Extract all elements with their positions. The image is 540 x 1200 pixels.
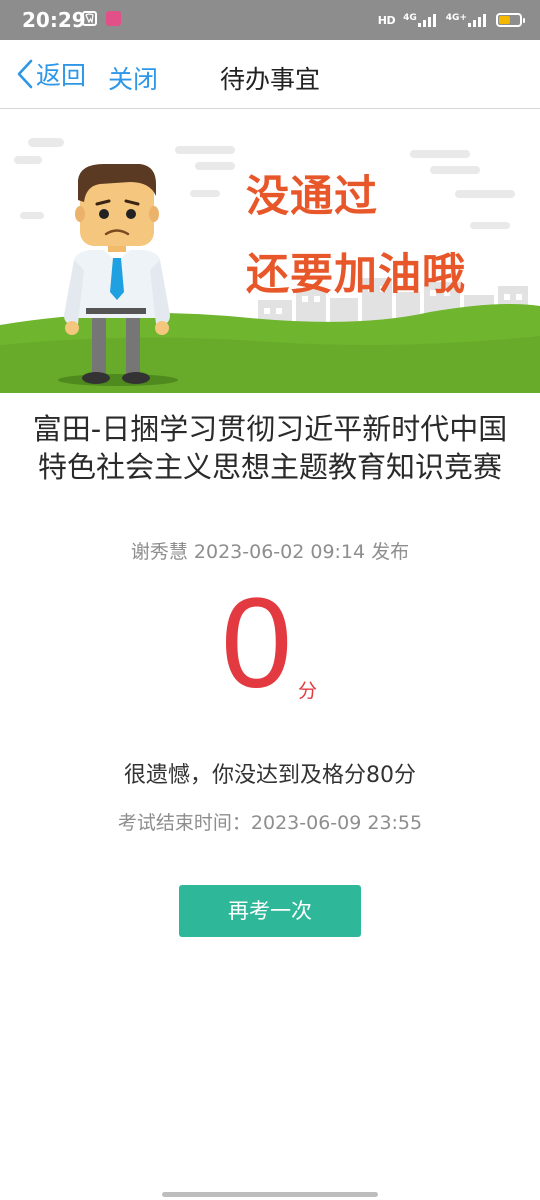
status-time: 20:29 — [22, 8, 86, 32]
publisher-name: 谢秀慧 — [130, 541, 188, 563]
banner-line-1: 没通过 — [246, 172, 378, 222]
status-bar: 20:29 HD 4G 4G+ — [0, 0, 540, 40]
pink-app-icon — [106, 11, 121, 26]
network-4g-plus-label: 4G+ — [445, 12, 467, 23]
hd-label: HD — [377, 13, 396, 27]
contest-title: 富田-日捆学习贯彻习近平新时代中国特色社会主义思想主题教育知识竞赛 — [32, 412, 508, 484]
nav-bar: 返回 关闭 待办事宜 — [0, 40, 540, 109]
signal-4g-icon: 4G — [403, 12, 438, 27]
page-title: 待办事宜 — [219, 65, 320, 94]
battery-level — [499, 16, 510, 24]
exam-end-time: 考试结束时间：2023-06-09 23:55 — [117, 812, 423, 834]
retry-exam-button[interactable]: 再考一次 — [179, 885, 361, 937]
banner-line-2: 还要加油哦 — [246, 250, 466, 300]
publish-suffix: 发布 — [371, 541, 410, 563]
back-button[interactable]: 返回 — [14, 54, 86, 94]
tooth-app-icon — [82, 11, 97, 26]
signal-4g-plus-icon: 4G+ — [445, 12, 488, 27]
home-indicator[interactable] — [162, 1192, 378, 1197]
close-button[interactable]: 关闭 — [108, 60, 158, 96]
network-4g-label: 4G — [403, 12, 417, 23]
fail-message: 很遗憾，你没达到及格分80分 — [124, 763, 416, 788]
score-display: 0 分 — [0, 574, 540, 716]
score-value: 0 — [221, 572, 293, 715]
publish-info: 谢秀慧 2023-06-02 09:14 发布 — [0, 537, 540, 564]
status-indicators: HD 4G 4G+ — [377, 10, 525, 30]
publish-time: 2023-06-02 09:14 — [193, 541, 366, 563]
battery-icon — [496, 13, 525, 27]
exam-result-page: 20:29 HD 4G 4G+ 返回 关闭 待办事宜 没通过 还要加油哦 富田-… — [0, 0, 540, 1200]
score-unit: 分 — [298, 680, 318, 702]
chevron-left-icon — [17, 59, 33, 89]
fail-banner: 没通过 还要加油哦 — [0, 110, 540, 393]
back-label: 返回 — [36, 61, 87, 90]
